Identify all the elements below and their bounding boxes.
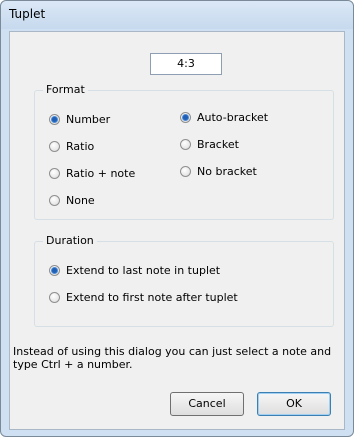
radio-extend-last-label: Extend to last note in tuplet: [66, 264, 221, 277]
radio-ratio-note-label: Ratio + note: [66, 167, 136, 180]
radio-number-label: Number: [66, 113, 111, 126]
tuplet-dialog: Tuplet 4:3 Format Number Ratio Ratio + n…: [0, 0, 354, 437]
duration-group: Duration Extend to last note in tuplet E…: [34, 234, 334, 327]
radio-unselected-icon: [180, 139, 191, 150]
format-group: Format Number Ratio Ratio + note None Au…: [34, 83, 334, 220]
radio-extend-first-label: Extend to first note after tuplet: [66, 291, 238, 304]
radio-no-bracket-label: No bracket: [197, 165, 257, 178]
radio-extend-first[interactable]: Extend to first note after tuplet: [49, 291, 238, 304]
radio-auto-bracket-label: Auto-bracket: [197, 111, 269, 124]
radio-ratio-note[interactable]: Ratio + note: [49, 167, 135, 180]
radio-unselected-icon: [49, 168, 60, 179]
radio-ratio-label: Ratio: [66, 140, 95, 153]
title-bar[interactable]: Tuplet: [1, 1, 353, 29]
radio-none-label: None: [66, 194, 95, 207]
radio-no-bracket[interactable]: No bracket: [180, 165, 257, 178]
radio-bracket-label: Bracket: [197, 138, 239, 151]
radio-unselected-icon: [49, 141, 60, 152]
format-legend: Format: [43, 83, 88, 96]
cancel-button[interactable]: Cancel: [170, 392, 244, 416]
hint-text: Instead of using this dialog you can jus…: [13, 345, 332, 371]
radio-unselected-icon: [180, 166, 191, 177]
radio-unselected-icon: [49, 292, 60, 303]
radio-selected-icon: [180, 112, 191, 123]
radio-number[interactable]: Number: [49, 113, 110, 126]
ratio-input[interactable]: 4:3: [150, 53, 222, 75]
radio-none[interactable]: None: [49, 194, 95, 207]
window-title: Tuplet: [9, 7, 46, 21]
dialog-body: 4:3 Format Number Ratio Ratio + note Non…: [9, 31, 345, 430]
radio-selected-icon: [49, 114, 60, 125]
radio-bracket[interactable]: Bracket: [180, 138, 239, 151]
radio-extend-last[interactable]: Extend to last note in tuplet: [49, 264, 220, 277]
radio-auto-bracket[interactable]: Auto-bracket: [180, 111, 268, 124]
ok-button[interactable]: OK: [257, 392, 331, 416]
radio-selected-icon: [49, 265, 60, 276]
radio-ratio[interactable]: Ratio: [49, 140, 94, 153]
duration-legend: Duration: [43, 234, 97, 247]
radio-unselected-icon: [49, 195, 60, 206]
